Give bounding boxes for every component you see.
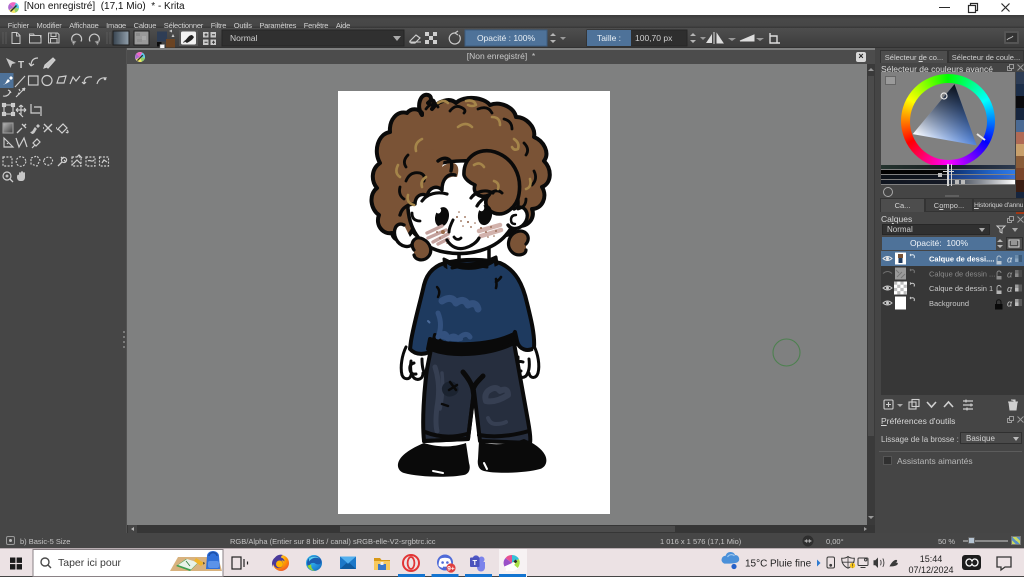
- svg-text:Pluie fine: Pluie fine: [770, 559, 812, 570]
- svg-text:Calque de dessi....: Calque de dessi....: [929, 255, 994, 264]
- svg-text:α: α: [1007, 299, 1013, 309]
- svg-text:Background: Background: [929, 299, 969, 308]
- svg-text:9+: 9+: [447, 565, 455, 572]
- svg-text:α: α: [1007, 284, 1013, 294]
- svg-text:100,70 px: 100,70 px: [635, 33, 673, 43]
- svg-text:T: T: [18, 60, 24, 71]
- svg-text:15°C: 15°C: [745, 559, 767, 570]
- svg-text:α: α: [1007, 270, 1013, 280]
- svg-text:T: T: [473, 558, 478, 567]
- svg-text:α: α: [1007, 255, 1013, 265]
- svg-text:15:44: 15:44: [920, 554, 943, 564]
- svg-text:Calque de dessin ...: Calque de dessin ...: [929, 270, 995, 279]
- svg-text:Taille :: Taille :: [597, 33, 621, 43]
- svg-text:Taper ici pour: Taper ici pour: [58, 557, 122, 569]
- svg-text:Normal: Normal: [230, 33, 258, 43]
- svg-text:Opacité : 100%: Opacité : 100%: [477, 33, 536, 43]
- svg-text:07/12/2024: 07/12/2024: [908, 565, 953, 575]
- svg-text:Calque de dessin 1: Calque de dessin 1: [929, 284, 993, 293]
